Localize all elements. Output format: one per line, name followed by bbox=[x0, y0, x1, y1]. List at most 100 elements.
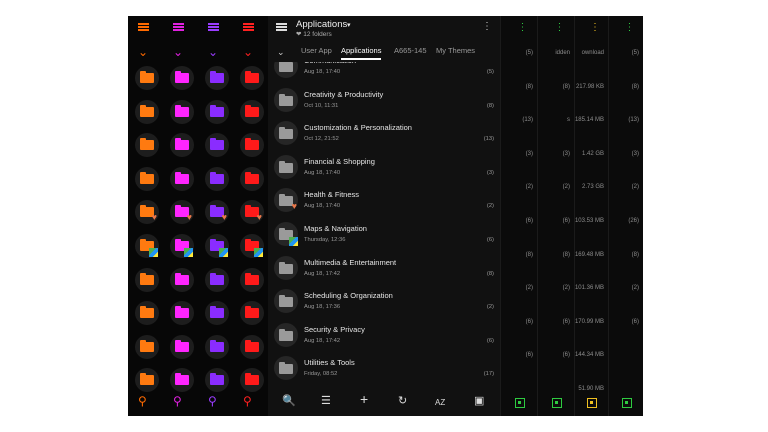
collapse-chevron-icon: ⌄ bbox=[138, 45, 149, 59]
list-item[interactable]: Security & Privacy Aug 18, 17:42 (6) bbox=[268, 319, 500, 353]
folder-icon bbox=[274, 87, 298, 112]
strip-text: 51.90 MB bbox=[578, 386, 604, 392]
folder-count: (2) bbox=[486, 203, 494, 210]
tab-item[interactable]: Applications bbox=[341, 46, 382, 60]
map-badge-icon bbox=[184, 248, 193, 257]
heart-badge-icon: ♥ bbox=[221, 212, 227, 223]
overflow-menu-icon: ⋮ bbox=[590, 22, 600, 33]
folder-icon bbox=[205, 301, 229, 326]
folder-icon bbox=[240, 301, 264, 326]
folder-icon bbox=[205, 133, 229, 158]
strip-text: (26) bbox=[628, 218, 639, 224]
folder-name: Maps & Navigation bbox=[304, 224, 367, 233]
strip-text: (6) bbox=[562, 318, 570, 325]
background-theme-strip: ⋮ (5) (8) (13) (3) (2) (6) (8) (2) (6) (6) bbox=[500, 16, 537, 416]
background-theme-strip: ⌄ ♥ ⚲ bbox=[163, 16, 198, 416]
folder-count: (17) bbox=[483, 371, 494, 378]
strip-text: s bbox=[567, 117, 570, 124]
folder-name: Security & Privacy bbox=[304, 324, 365, 334]
search-icon: ⚲ bbox=[243, 394, 252, 408]
folder-icon bbox=[170, 334, 194, 359]
select-icon bbox=[587, 398, 597, 408]
folder-icon bbox=[274, 356, 298, 381]
folder-icon bbox=[135, 267, 159, 292]
folder-icon bbox=[170, 166, 194, 191]
search-icon: ⚲ bbox=[208, 394, 217, 408]
hamburger-menu-icon bbox=[243, 23, 254, 31]
folder-icon bbox=[135, 301, 159, 326]
folder-icon bbox=[205, 334, 229, 359]
background-theme-strip: ⌄ ♥ ⚲ bbox=[233, 16, 268, 416]
strip-text: (6) bbox=[562, 352, 570, 359]
strip-text: (2) bbox=[525, 184, 533, 191]
overflow-menu-icon[interactable]: ⋮ bbox=[482, 22, 492, 32]
folder-icon: ♥ bbox=[135, 200, 159, 225]
folder-name: Multimedia & Entertainment bbox=[304, 257, 397, 267]
map-badge-icon bbox=[219, 248, 228, 257]
list-item[interactable]: Creativity & Productivity Oct 10, 11:31 (8… bbox=[268, 84, 500, 118]
strip-text: 144.34 MB bbox=[574, 352, 604, 359]
folder-icon bbox=[274, 154, 298, 179]
folder-icon bbox=[274, 62, 298, 78]
list-item[interactable]: Communication Aug 18, 17:40 (5) bbox=[268, 62, 500, 84]
map-badge-icon bbox=[254, 248, 263, 257]
page-title[interactable]: Applications bbox=[296, 19, 347, 30]
hamburger-menu-icon bbox=[208, 23, 219, 31]
strip-text: 103.53 MB bbox=[574, 218, 604, 224]
collapse-chevron-icon: ⌄ bbox=[173, 45, 184, 59]
list-item[interactable]: Maps & Navigation Thursday, 12:36 (6) bbox=[268, 218, 500, 252]
tab-item[interactable]: A665-145 bbox=[394, 46, 427, 55]
search-icon[interactable]: 🔍 bbox=[282, 395, 296, 407]
refresh-icon[interactable]: ↻ bbox=[398, 395, 407, 407]
folder-icon bbox=[240, 66, 264, 90]
folder-icon bbox=[205, 66, 229, 90]
tab-item[interactable]: My Themes bbox=[436, 46, 475, 55]
folder-date: Aug 18, 17:42 bbox=[304, 337, 341, 344]
folder-icon bbox=[135, 133, 159, 158]
strip-text: 170.99 MB bbox=[574, 318, 604, 325]
hamburger-menu-icon[interactable] bbox=[276, 23, 287, 31]
search-icon: ⚲ bbox=[173, 394, 182, 408]
add-icon[interactable]: + bbox=[360, 392, 368, 406]
strip-text: (6) bbox=[525, 352, 533, 359]
strip-text: 169.48 MB bbox=[574, 251, 604, 258]
strip-text: 2.73 GB bbox=[581, 184, 604, 191]
tab-item[interactable]: User App bbox=[301, 46, 332, 55]
folder-icon bbox=[170, 301, 194, 326]
folder-name: Financial & Shopping bbox=[304, 156, 375, 166]
collapse-chevron-icon: ⌄ bbox=[208, 45, 219, 59]
list-item[interactable]: Utilities & Tools Friday, 08:52 (17) bbox=[268, 352, 500, 386]
strip-text: (3) bbox=[631, 150, 639, 157]
folder-date: Aug 18, 17:36 bbox=[304, 304, 341, 311]
list-item[interactable]: Financial & Shopping Aug 18, 17:40 (3) bbox=[268, 151, 500, 185]
list-view-icon[interactable]: ☰ bbox=[321, 395, 331, 407]
folder-list[interactable]: Communication Aug 18, 17:40 (5) Creativity … bbox=[268, 62, 500, 388]
strip-text: (6) bbox=[525, 218, 533, 224]
folder-icon bbox=[240, 334, 264, 359]
list-item[interactable]: Customization & Personalization Oct 12, 2… bbox=[268, 117, 500, 151]
folder-icon bbox=[274, 322, 298, 347]
strip-text: (8) bbox=[631, 251, 639, 258]
folder-icon bbox=[205, 267, 229, 292]
folder-count: (2) bbox=[486, 304, 494, 311]
folder-date: Oct 10, 11:31 bbox=[304, 102, 339, 109]
background-theme-strip: ⋮ ownload 217.98 KB 185.14 MB 1.42 GB 2.73 GB… bbox=[574, 16, 608, 416]
folder-icon bbox=[135, 234, 159, 258]
title-dropdown-icon[interactable]: ▾ bbox=[347, 21, 351, 29]
strip-text: idden bbox=[555, 50, 570, 56]
sort-az-button[interactable]: AZ bbox=[435, 397, 445, 409]
folder-count: (8) bbox=[486, 102, 494, 109]
select-icon[interactable]: ▣ bbox=[474, 395, 484, 407]
folder-date: Friday, 08:52 bbox=[304, 371, 338, 378]
list-item[interactable]: ♥ Health & Fitness Aug 18, 17:40 (2) bbox=[268, 184, 500, 218]
list-item[interactable]: Scheduling & Organization Aug 18, 17:36 (2… bbox=[268, 285, 500, 319]
collapse-chevron-icon[interactable]: ⌄ bbox=[277, 47, 285, 58]
folder-icon bbox=[274, 222, 298, 246]
folder-icon: ♥ bbox=[205, 200, 229, 225]
list-item[interactable]: Multimedia & Entertainment Aug 18, 17:42 (… bbox=[268, 252, 500, 286]
strip-text: (3) bbox=[562, 150, 570, 157]
background-theme-strip: ⌄ ♥ ⚲ bbox=[198, 16, 233, 416]
folder-date: Aug 18, 17:40 bbox=[304, 69, 341, 75]
folder-icon bbox=[240, 166, 264, 191]
heart-badge-icon: ♥ bbox=[256, 212, 262, 223]
